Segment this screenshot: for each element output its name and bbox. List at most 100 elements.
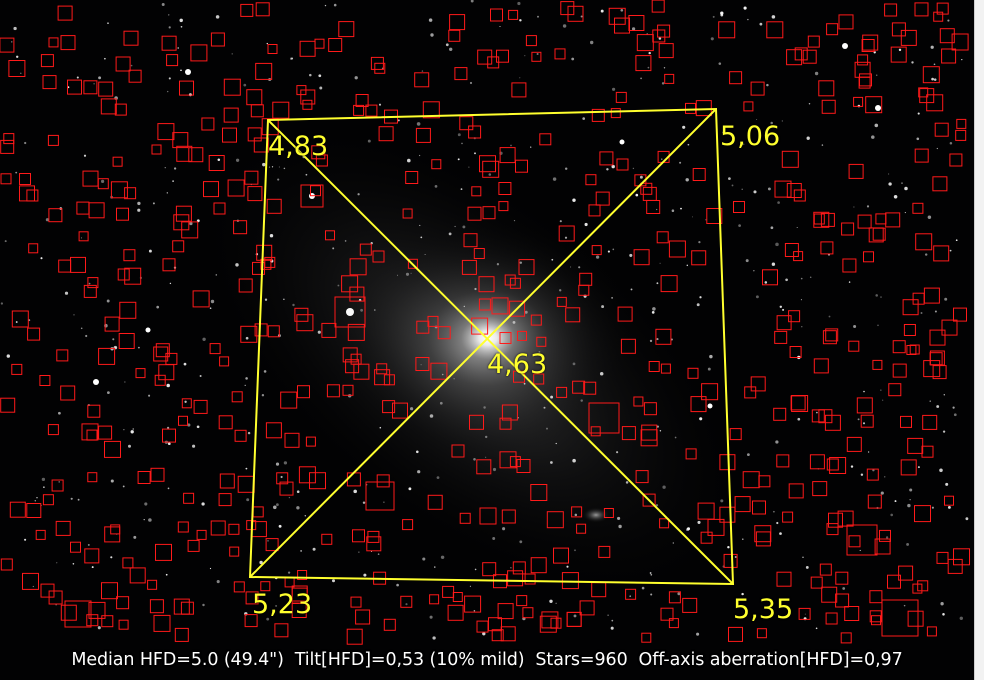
star	[781, 120, 783, 122]
star	[137, 201, 141, 206]
star	[904, 212, 906, 214]
star	[909, 488, 913, 492]
star	[419, 224, 421, 226]
star	[165, 573, 168, 576]
image-viewer: 4,83 5,06 4,63 5,23 5,35 Median HFD=5.0 …	[0, 0, 984, 680]
star	[104, 57, 106, 60]
star	[947, 505, 951, 509]
star	[612, 87, 616, 91]
star	[860, 473, 864, 476]
star	[305, 173, 308, 176]
star	[699, 296, 702, 299]
star	[659, 262, 661, 264]
star	[901, 182, 903, 184]
star	[309, 73, 312, 77]
star	[572, 198, 576, 202]
star	[961, 58, 963, 61]
tilt-value-top-left: 4,83	[268, 131, 329, 162]
star	[549, 599, 553, 603]
star	[492, 467, 497, 472]
star	[537, 15, 539, 18]
star	[777, 201, 780, 204]
star	[180, 69, 182, 72]
star	[640, 77, 642, 80]
star	[874, 123, 879, 128]
star	[816, 411, 818, 414]
star	[488, 173, 492, 176]
star	[620, 8, 624, 12]
star	[707, 367, 711, 371]
star	[656, 208, 658, 211]
star	[430, 33, 434, 37]
star	[682, 125, 686, 129]
star	[776, 521, 779, 525]
star	[618, 524, 622, 529]
star	[64, 291, 69, 295]
star	[718, 62, 722, 65]
star	[34, 500, 36, 502]
star	[56, 562, 58, 564]
star	[917, 112, 920, 115]
star	[457, 133, 461, 137]
star	[894, 500, 897, 503]
star	[231, 53, 233, 55]
scrollbar[interactable]	[974, 0, 984, 680]
star	[888, 173, 890, 175]
star	[396, 583, 399, 587]
star	[890, 513, 894, 517]
star	[661, 82, 665, 85]
star	[215, 15, 220, 19]
star	[616, 451, 619, 454]
star	[647, 66, 650, 69]
star	[130, 64, 133, 67]
star	[566, 565, 569, 568]
star	[753, 190, 757, 194]
star	[245, 336, 249, 340]
star	[712, 15, 715, 18]
star	[884, 476, 886, 478]
star	[771, 262, 776, 266]
star	[903, 604, 906, 607]
star	[920, 312, 923, 314]
star	[124, 381, 126, 383]
star	[40, 257, 43, 260]
star	[312, 547, 316, 551]
star	[11, 41, 13, 43]
star	[936, 147, 938, 150]
star	[292, 303, 295, 307]
hfd-status-line: Median HFD=5.0 (49.4") Tilt[HFD]=0,53 (1…	[71, 650, 903, 670]
star	[607, 250, 610, 253]
star	[418, 154, 421, 157]
star	[277, 178, 280, 181]
star	[882, 399, 884, 401]
star	[273, 505, 277, 510]
tilt-value-bottom-right: 5,35	[733, 594, 794, 625]
star	[617, 516, 621, 520]
star	[474, 152, 476, 155]
star	[885, 536, 889, 539]
star	[814, 71, 819, 76]
star	[469, 585, 471, 587]
star	[168, 77, 171, 80]
star	[806, 136, 810, 140]
star	[283, 167, 286, 170]
star	[357, 193, 360, 196]
star	[559, 220, 562, 223]
star	[641, 586, 645, 590]
star	[742, 538, 744, 540]
star	[815, 627, 818, 630]
star	[275, 462, 280, 466]
star	[562, 24, 567, 28]
star	[296, 490, 300, 494]
star	[934, 310, 937, 313]
star	[473, 458, 476, 461]
star	[288, 496, 291, 499]
star	[848, 281, 851, 283]
star	[611, 619, 614, 622]
star	[524, 55, 526, 57]
star	[110, 556, 113, 559]
star	[278, 166, 280, 168]
star	[379, 426, 382, 429]
star	[710, 37, 714, 41]
star	[167, 442, 171, 446]
